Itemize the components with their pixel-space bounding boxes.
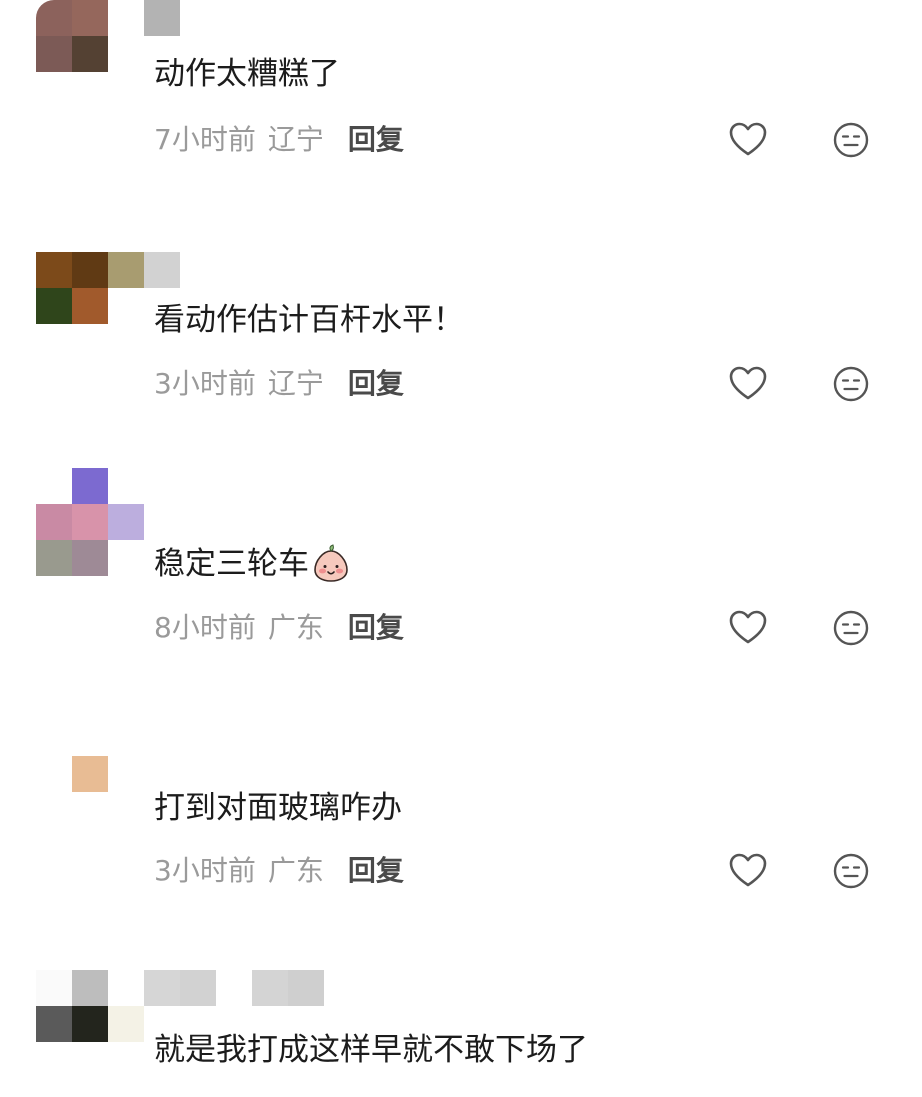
avatar-pixel <box>36 1006 72 1042</box>
comment-text: 就是我打成这样早就不敢下场了 <box>154 1032 588 1068</box>
comment-location: 广东 <box>267 854 324 887</box>
heart-icon[interactable] <box>728 364 768 404</box>
avatar-pixel <box>36 720 72 756</box>
username-blurred[interactable] <box>144 970 324 1006</box>
comment-time: 8小时前 <box>154 611 256 644</box>
avatar[interactable] <box>36 0 144 108</box>
avatar-pixel <box>72 720 108 756</box>
avatar-pixel <box>36 756 72 792</box>
neutral-face-icon[interactable] <box>832 365 870 403</box>
comment-text: 打到对面玻璃咋办 <box>154 790 402 826</box>
comment-meta: 8小时前 广东 回复 <box>154 610 404 646</box>
avatar-pixel <box>108 1006 144 1042</box>
comment-meta: 7小时前 辽宁 回复 <box>154 122 404 158</box>
comment-time: 3小时前 <box>154 367 256 400</box>
comment-text-content: 稳定三轮车 <box>154 546 309 582</box>
avatar-pixel <box>72 0 108 36</box>
heart-icon[interactable] <box>728 608 768 648</box>
avatar-pixel <box>108 504 144 540</box>
avatar-pixel <box>108 970 144 1006</box>
comment-meta: 3小时前 辽宁 回复 <box>154 366 404 402</box>
avatar-pixel <box>72 36 108 72</box>
avatar-pixel <box>108 0 144 36</box>
avatar-pixel <box>72 504 108 540</box>
avatar-pixel <box>72 540 108 576</box>
neutral-face-icon[interactable] <box>832 609 870 647</box>
avatar-pixel <box>72 1006 108 1042</box>
avatar-pixel <box>108 720 144 756</box>
avatar-pixel <box>36 36 72 72</box>
comment-item: 就是我打成这样早就不敢下场了 <box>0 970 922 1097</box>
username-pixel <box>216 970 252 1006</box>
comment-text: 稳定三轮车 <box>154 544 351 584</box>
avatar-pixel <box>72 288 108 324</box>
avatar[interactable] <box>36 970 144 1078</box>
avatar-pixel <box>72 970 108 1006</box>
username-pixel <box>144 970 180 1006</box>
reply-button[interactable]: 回复 <box>348 366 404 402</box>
comment-item: 打到对面玻璃咋办 3小时前 广东 回复 <box>0 720 922 910</box>
heart-icon[interactable] <box>728 851 768 891</box>
smiling-peach-emoji-icon <box>314 544 348 582</box>
comment-item: 稳定三轮车 8小时前 广东 回复 <box>0 468 922 668</box>
avatar-pixel <box>108 468 144 504</box>
comment-location: 广东 <box>267 611 324 644</box>
neutral-face-icon[interactable] <box>832 121 870 159</box>
username-pixel <box>252 970 288 1006</box>
avatar[interactable] <box>36 720 144 828</box>
comment-text: 看动作估计百杆水平！ <box>154 302 464 338</box>
comment-location: 辽宁 <box>267 367 324 400</box>
username-pixel <box>144 0 180 36</box>
avatar-pixel <box>36 468 72 504</box>
avatar-pixel <box>72 756 108 792</box>
avatar[interactable] <box>36 252 144 360</box>
comment-time: 3小时前 <box>154 854 256 887</box>
heart-icon[interactable] <box>728 120 768 160</box>
comment-meta: 3小时前 广东 回复 <box>154 853 404 889</box>
comment-item: 动作太糟糕了 7小时前 辽宁 回复 <box>0 0 922 200</box>
username-blurred[interactable] <box>144 0 180 36</box>
avatar-pixel <box>36 540 72 576</box>
avatar-pixel <box>36 504 72 540</box>
username-pixel <box>180 970 216 1006</box>
username-pixel <box>144 252 180 288</box>
username-blurred[interactable] <box>144 252 180 288</box>
reply-button[interactable]: 回复 <box>348 122 404 158</box>
comment-text: 动作太糟糕了 <box>154 56 340 92</box>
avatar-pixel <box>36 970 72 1006</box>
comment-location: 辽宁 <box>267 123 324 156</box>
comment-item: 看动作估计百杆水平！ 3小时前 辽宁 回复 <box>0 252 922 442</box>
avatar[interactable] <box>36 468 144 576</box>
avatar-pixel <box>72 252 108 288</box>
comment-time: 7小时前 <box>154 123 256 156</box>
reply-button[interactable]: 回复 <box>348 610 404 646</box>
avatar-pixel <box>72 468 108 504</box>
neutral-face-icon[interactable] <box>832 852 870 890</box>
reply-button[interactable]: 回复 <box>348 853 404 889</box>
avatar-pixel <box>36 252 72 288</box>
username-pixel <box>288 970 324 1006</box>
avatar-pixel <box>36 288 72 324</box>
avatar-pixel <box>108 252 144 288</box>
avatar-pixel <box>36 0 72 36</box>
